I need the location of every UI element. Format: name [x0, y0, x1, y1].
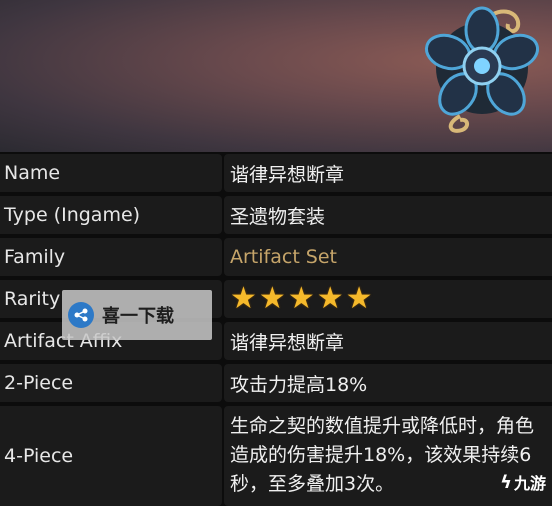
rarity-stars: ★ ★ ★ ★ ★ — [230, 284, 373, 314]
jiuyou-logo-icon: ϟ — [500, 471, 512, 493]
star-icon: ★ — [287, 281, 315, 316]
star-icon: ★ — [345, 281, 373, 316]
corner-logo-text: 九游 — [513, 474, 546, 493]
row-value: 谐律异想断章 — [224, 322, 552, 360]
row-value: 攻击力提高18% — [224, 364, 552, 402]
star-icon: ★ — [316, 281, 344, 316]
table-row-type: Type (Ingame) 圣遗物套装 — [0, 196, 552, 234]
download-watermark: 喜一下载 — [62, 290, 212, 340]
table-row-2piece: 2-Piece 攻击力提高18% — [0, 364, 552, 402]
family-link[interactable]: Artifact Set — [224, 238, 552, 276]
row-label: Type (Ingame) — [0, 196, 222, 234]
watermark-text: 喜一下载 — [102, 306, 174, 327]
table-row-4piece: 4-Piece 生命之契的数值提升或降低时，角色造成的伤害提升18%，该效果持续… — [0, 406, 552, 506]
table-row-family: Family Artifact Set — [0, 238, 552, 276]
row-label: Name — [0, 154, 222, 192]
row-label: Family — [0, 238, 222, 276]
row-label: 4-Piece — [0, 406, 222, 506]
artifact-banner — [0, 0, 552, 152]
star-icon: ★ — [230, 281, 257, 316]
table-row-name: Name 谐律异想断章 — [0, 154, 552, 192]
row-label: 2-Piece — [0, 364, 222, 402]
rarity-value: ★ ★ ★ ★ ★ — [224, 280, 552, 318]
star-icon: ★ — [258, 281, 286, 316]
artifact-flower-icon — [425, 6, 539, 133]
share-icon — [68, 302, 94, 328]
corner-logo: ϟ 九游 — [500, 470, 546, 494]
row-value: 圣遗物套装 — [224, 196, 552, 234]
row-value: 谐律异想断章 — [224, 154, 552, 192]
